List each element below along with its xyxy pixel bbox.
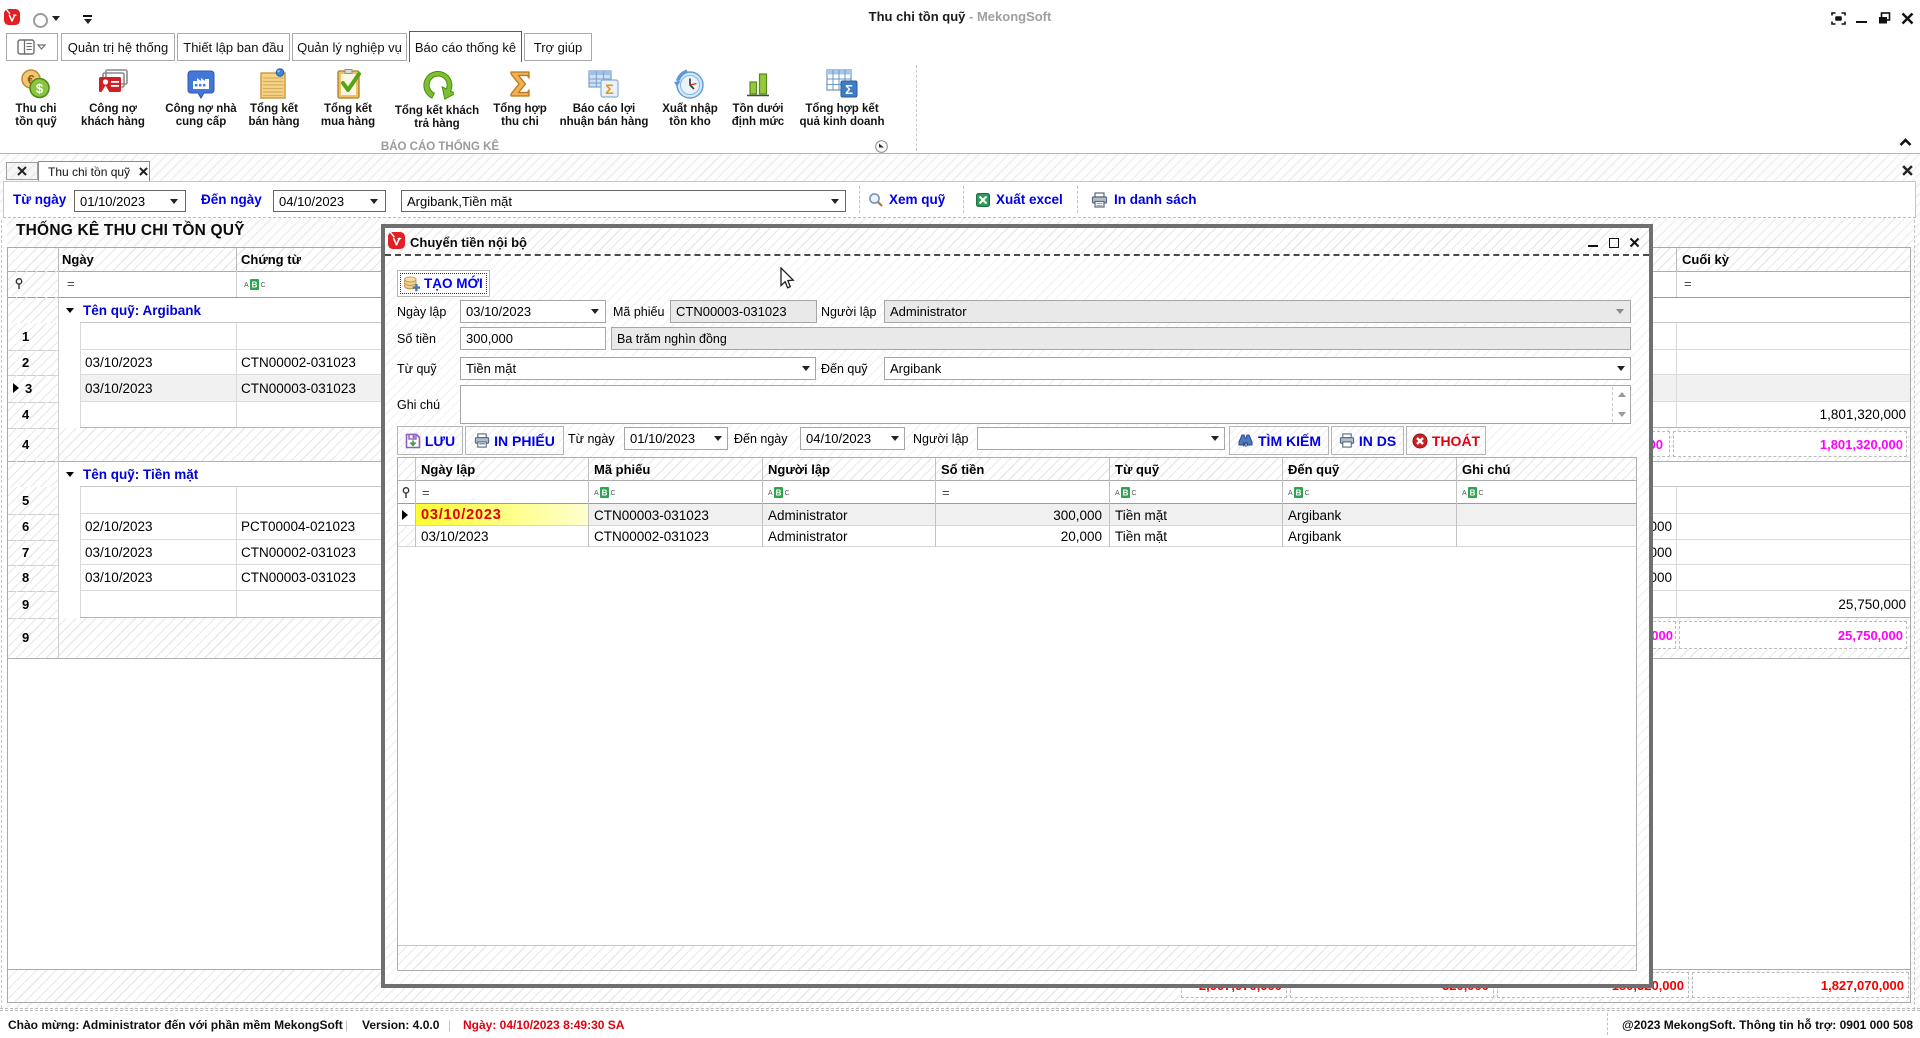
svg-text:A: A	[1462, 490, 1467, 497]
svg-text:B: B	[1123, 489, 1129, 498]
svg-text:C: C	[1305, 490, 1310, 497]
svg-text:ID: ID	[1243, 443, 1248, 449]
svg-text:Σ: Σ	[845, 82, 853, 97]
svg-text:A: A	[768, 490, 773, 497]
svg-text:B: B	[776, 489, 782, 498]
svg-text:A: A	[1115, 490, 1120, 497]
svg-text:A: A	[594, 490, 599, 497]
svg-text:C: C	[1479, 490, 1484, 497]
svg-text:A: A	[244, 282, 249, 289]
svg-text:B: B	[1296, 489, 1302, 498]
svg-text:C: C	[611, 490, 616, 497]
svg-text:C: C	[261, 282, 266, 289]
svg-text:$: $	[36, 81, 44, 96]
svg-text:B: B	[252, 281, 258, 290]
svg-text:C: C	[1132, 490, 1137, 497]
svg-text:B: B	[602, 489, 608, 498]
svg-text:Σ: Σ	[605, 81, 613, 97]
svg-text:C: C	[785, 490, 790, 497]
svg-text:B: B	[1470, 489, 1476, 498]
svg-text:A: A	[1288, 490, 1293, 497]
